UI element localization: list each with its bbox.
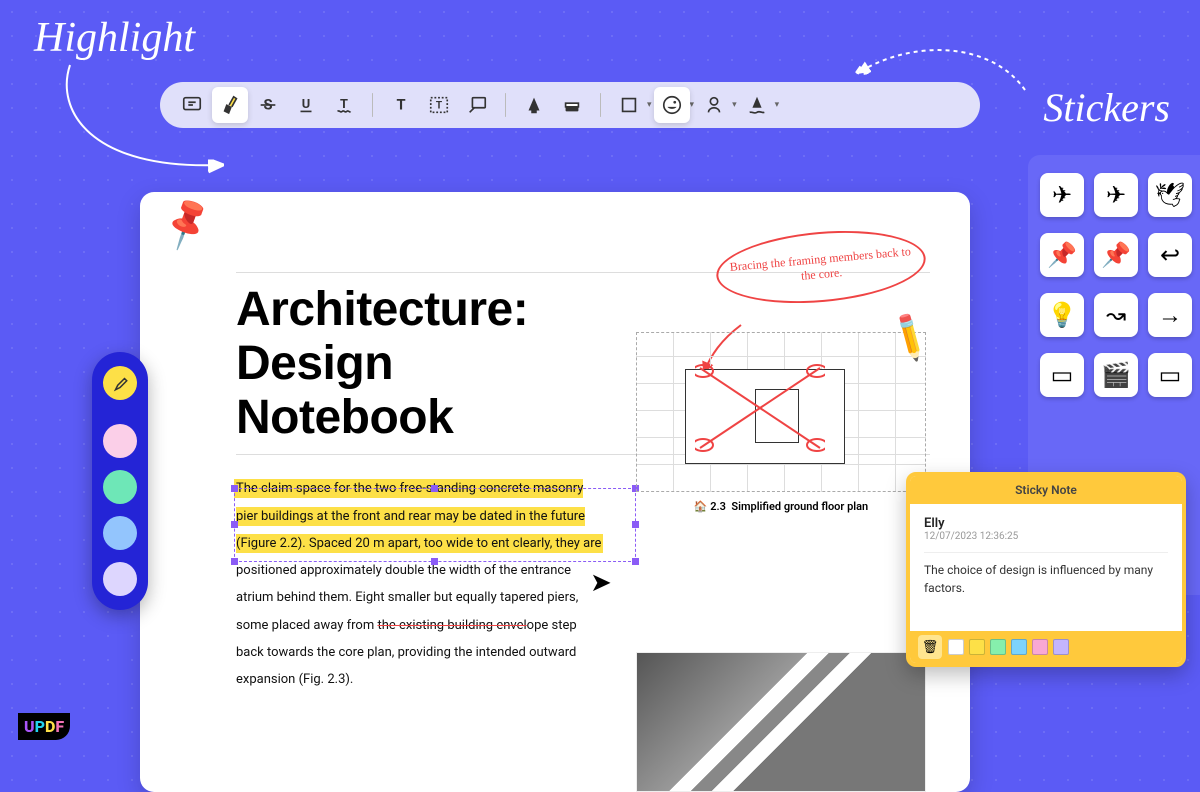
svg-text:U: U bbox=[302, 97, 310, 112]
updf-logo: UPDF bbox=[18, 713, 70, 740]
textbox-tool[interactable]: T bbox=[421, 87, 457, 123]
color-swatch[interactable] bbox=[103, 470, 137, 504]
document-page: 📌 Architecture: Design Notebook The clai… bbox=[140, 192, 970, 792]
divider bbox=[600, 93, 601, 117]
sticker-clapperboard[interactable]: 🎬 bbox=[1094, 353, 1138, 397]
sticker-lightbulb[interactable]: 💡 bbox=[1040, 293, 1084, 337]
highlight-selection-box[interactable] bbox=[234, 488, 636, 562]
divider bbox=[372, 93, 373, 117]
sticky-color-swatch[interactable] bbox=[1032, 639, 1048, 655]
sticky-note[interactable]: Sticky Note Elly 12/07/2023 12:36:25 The… bbox=[906, 472, 1186, 667]
floor-plan-figure: Bracing the framing members back to the … bbox=[636, 332, 926, 552]
color-swatch[interactable] bbox=[103, 562, 137, 596]
svg-text:T: T bbox=[340, 97, 348, 112]
sticky-color-swatch[interactable] bbox=[1053, 639, 1069, 655]
sticky-note-header: Sticky Note bbox=[910, 476, 1182, 504]
chevron-down-icon: ▾ bbox=[690, 100, 695, 110]
chevron-down-icon: ▾ bbox=[775, 100, 780, 110]
sticky-color-swatch[interactable] bbox=[990, 639, 1006, 655]
struck-text: the existing building envel bbox=[377, 618, 526, 633]
sticky-note-author: Elly bbox=[924, 516, 1168, 531]
stamp-tool[interactable] bbox=[654, 87, 690, 123]
color-swatch[interactable] bbox=[103, 424, 137, 458]
squiggly-tool[interactable]: T bbox=[326, 87, 362, 123]
sticker-pushpin-red[interactable]: 📌 bbox=[1040, 233, 1084, 277]
sticky-color-swatch[interactable] bbox=[969, 639, 985, 655]
sticker-arrow-right[interactable]: → bbox=[1148, 293, 1192, 337]
sticker-tool[interactable] bbox=[696, 87, 732, 123]
chevron-down-icon: ▾ bbox=[647, 100, 652, 110]
building-photo bbox=[636, 652, 926, 792]
divider bbox=[505, 93, 506, 117]
highlight-anno-label: Highlight bbox=[34, 14, 195, 62]
sticker-eraser[interactable]: ▭ bbox=[1040, 353, 1084, 397]
annotation-toolbar: S U T T T ▾ ▾ ▾ ▾ bbox=[160, 82, 980, 128]
color-palette bbox=[92, 352, 148, 610]
sticker-pushpin-green[interactable]: 📌 bbox=[1094, 233, 1138, 277]
pencil-tool[interactable] bbox=[516, 87, 552, 123]
sticker-paper-plane-alt[interactable]: ✈ bbox=[1094, 173, 1138, 217]
svg-text:T: T bbox=[436, 101, 443, 112]
cursor-pointer-icon: ➤ bbox=[590, 568, 612, 598]
sticker-arrow-curve[interactable]: ↩ bbox=[1148, 233, 1192, 277]
sticker-sign[interactable]: ▭ bbox=[1148, 353, 1192, 397]
sticky-color-swatch[interactable] bbox=[948, 639, 964, 655]
color-swatch[interactable] bbox=[103, 516, 137, 550]
underline-tool[interactable]: U bbox=[288, 87, 324, 123]
sticker-origami[interactable]: 🕊 bbox=[1148, 173, 1192, 217]
stickers-anno-label: Stickers bbox=[1043, 84, 1170, 131]
svg-text:T: T bbox=[396, 96, 405, 114]
shape-tool[interactable] bbox=[611, 87, 647, 123]
chevron-down-icon: ▾ bbox=[732, 100, 737, 110]
pushpin-icon: 📌 bbox=[157, 194, 218, 254]
highlighter-tool[interactable] bbox=[212, 87, 248, 123]
sticky-color-swatch[interactable] bbox=[1011, 639, 1027, 655]
delete-button[interactable]: 🗑 bbox=[918, 635, 942, 659]
text-tool[interactable]: T bbox=[383, 87, 419, 123]
callout-tool[interactable] bbox=[459, 87, 495, 123]
sticky-note-message[interactable]: The choice of design is influenced by ma… bbox=[924, 561, 1168, 621]
comment-tool[interactable] bbox=[174, 87, 210, 123]
sticker-paper-plane[interactable]: ✈ bbox=[1040, 173, 1084, 217]
eyedropper-button[interactable] bbox=[103, 366, 137, 400]
sticky-note-timestamp: 12/07/2023 12:36:25 bbox=[924, 531, 1168, 542]
sticker-arrow-squiggle[interactable]: ↝ bbox=[1094, 293, 1138, 337]
strikethrough-tool[interactable]: S bbox=[250, 87, 286, 123]
eraser-tool[interactable] bbox=[554, 87, 590, 123]
figure-caption: 🏠 2.3 Simplified ground floor plan bbox=[636, 500, 926, 513]
sticky-note-footer: 🗑 bbox=[910, 631, 1182, 663]
signature-tool[interactable] bbox=[739, 87, 775, 123]
